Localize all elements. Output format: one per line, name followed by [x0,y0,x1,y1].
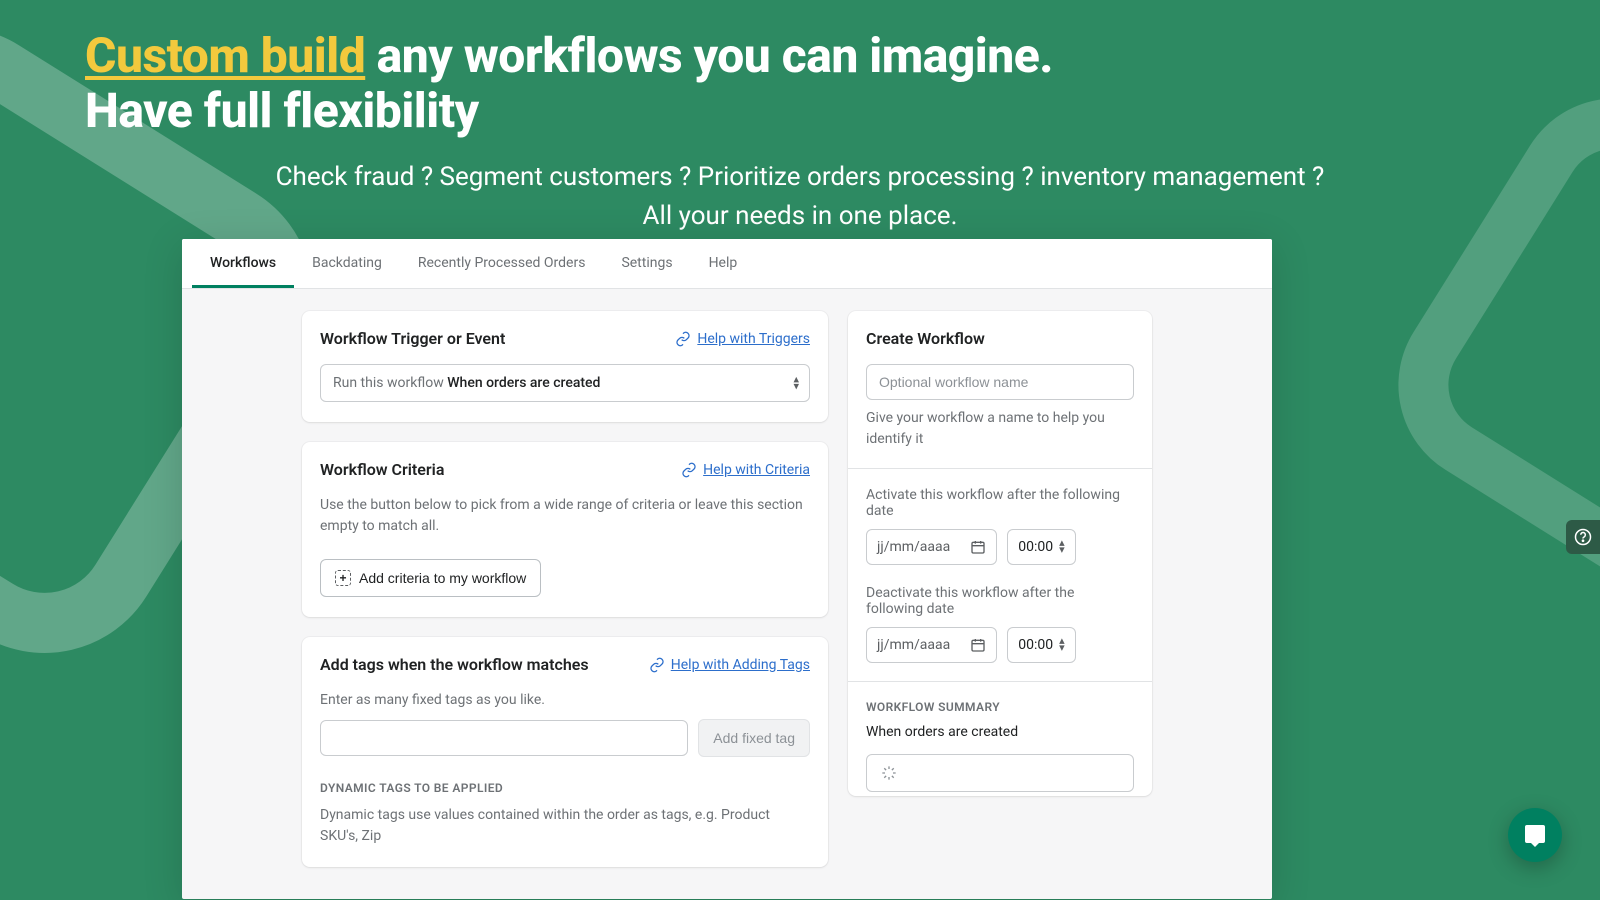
fixed-tag-input[interactable] [320,720,688,756]
hero-title: Custom build any workflows you can imagi… [85,28,1515,138]
question-icon [1574,528,1592,546]
deactivate-time-input[interactable]: 00:00 ▴▾ [1007,627,1075,663]
chevron-updown-icon: ▴▾ [1059,540,1065,553]
trigger-title: Workflow Trigger or Event [320,329,505,348]
deactivate-label: Deactivate this workflow after the follo… [866,585,1134,617]
tab-bar: Workflows Backdating Recently Processed … [182,239,1272,289]
dynamic-tags-heading: DYNAMIC TAGS TO BE APPLIED [320,781,810,795]
create-title: Create Workflow [866,329,1134,348]
divider [848,468,1152,469]
add-criteria-button[interactable]: + Add criteria to my workflow [320,559,541,597]
help-tags-link[interactable]: Help with Adding Tags [649,657,810,673]
tab-help[interactable]: Help [691,239,756,288]
activate-date-input[interactable]: jj/mm/aaaa [866,529,997,565]
help-triggers-link[interactable]: Help with Triggers [675,331,810,347]
chevron-updown-icon: ▴▾ [1059,638,1065,651]
tags-desc: Enter as many fixed tags as you like. [320,690,810,711]
chevron-updown-icon: ▴▾ [793,376,799,389]
spinner-icon [881,765,897,781]
activate-time-input[interactable]: 00:00 ▴▾ [1007,529,1075,565]
tab-settings[interactable]: Settings [603,239,690,288]
tab-recently-processed[interactable]: Recently Processed Orders [400,239,604,288]
summary-action-row[interactable] [866,754,1134,792]
criteria-title: Workflow Criteria [320,460,444,479]
right-column: Create Workflow Give your workflow a nam… [848,311,1152,796]
criteria-card: Workflow Criteria Help with Criteria Use… [302,442,828,617]
content-area: Workflow Trigger or Event Help with Trig… [182,289,1272,867]
summary-heading: WORKFLOW SUMMARY [866,700,1134,714]
tab-backdating[interactable]: Backdating [294,239,400,288]
tags-card: Add tags when the workflow matches Help … [302,637,828,867]
summary-text: When orders are created [866,724,1134,740]
link-icon [681,462,697,478]
dynamic-tags-desc: Dynamic tags use values contained within… [320,805,810,847]
chat-icon [1523,823,1547,847]
create-workflow-card: Create Workflow Give your workflow a nam… [848,311,1152,796]
calendar-icon [970,637,986,653]
link-icon [675,331,691,347]
help-side-button[interactable] [1566,520,1600,554]
activate-label: Activate this workflow after the followi… [866,487,1134,519]
workflow-name-help: Give your workflow a name to help you id… [866,408,1134,450]
tab-workflows[interactable]: Workflows [192,239,294,288]
link-icon [649,657,665,673]
divider [848,681,1152,682]
help-criteria-link[interactable]: Help with Criteria [681,462,810,478]
tags-title: Add tags when the workflow matches [320,655,589,674]
deactivate-date-input[interactable]: jj/mm/aaaa [866,627,997,663]
chat-fab[interactable] [1508,808,1562,862]
hero-headline: Custom build any workflows you can imagi… [0,0,1600,236]
trigger-card: Workflow Trigger or Event Help with Trig… [302,311,828,422]
hero-accent: Custom build [85,27,365,84]
hero-subtitle: Check fraud ? Segment customers ? Priori… [85,158,1515,236]
add-dashed-icon: + [335,570,351,586]
trigger-select[interactable]: Run this workflow When orders are create… [320,364,810,402]
left-column: Workflow Trigger or Event Help with Trig… [302,311,828,867]
add-fixed-tag-button[interactable]: Add fixed tag [698,719,810,757]
criteria-desc: Use the button below to pick from a wide… [320,495,810,537]
app-window: Workflows Backdating Recently Processed … [182,239,1272,899]
workflow-name-input[interactable] [866,364,1134,400]
